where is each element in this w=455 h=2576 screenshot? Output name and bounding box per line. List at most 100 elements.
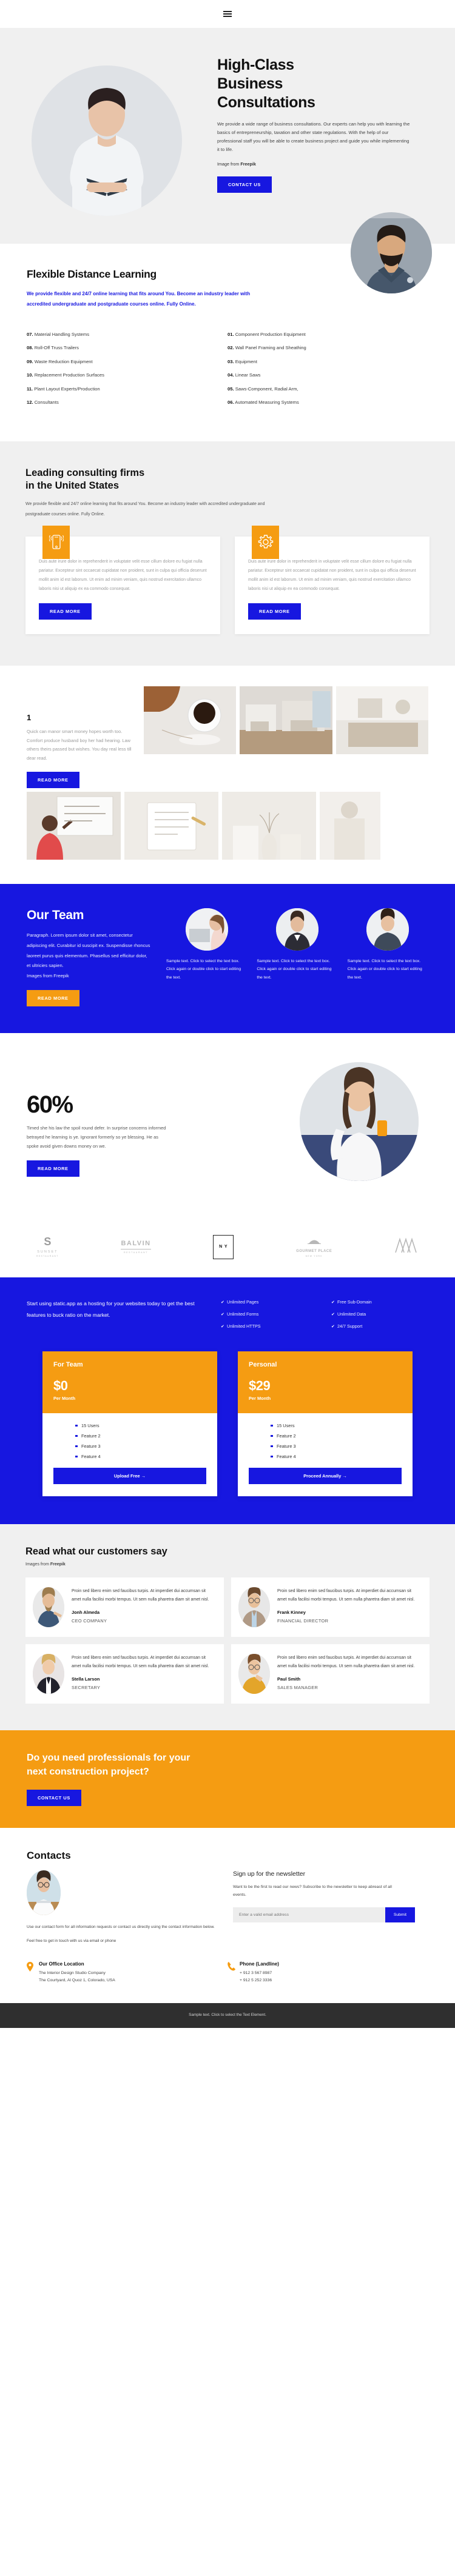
- item-number: 06.: [228, 400, 234, 406]
- item-label: Linear Saws: [235, 372, 261, 378]
- feature-card: Duis aute irure dolor in reprehenderit i…: [25, 525, 220, 634]
- pricing-features-left: ✔ Unlimited Pages ✔ Unlimited Forms ✔ Unlim…: [221, 1299, 318, 1336]
- mobile-signal-icon: [42, 525, 70, 559]
- hero-title-line-3: Consultations: [217, 94, 315, 111]
- plan-price: $29: [249, 1377, 271, 1393]
- plan-proceed-annually-button[interactable]: Proceed Annually →: [249, 1467, 402, 1484]
- item-number: 03.: [228, 358, 234, 364]
- credit-source: Freepik: [240, 161, 256, 167]
- feature-item: ✔ Free Sub-Domain: [331, 1299, 428, 1305]
- check-icon: ✔: [221, 1299, 225, 1305]
- contacts-text: Use our contact form for all information…: [27, 1924, 227, 1945]
- card-read-more-button[interactable]: READ MORE: [248, 603, 301, 620]
- pricing-features-right: ✔ Free Sub-Domain ✔ Unlimited Data ✔ 24/7 S…: [331, 1299, 428, 1336]
- plan-feature: Feature 2: [75, 1433, 206, 1439]
- testimonial-name: Jonh Almeda: [72, 1609, 100, 1615]
- testimonials-section: Read what our customers say Images from …: [0, 1524, 455, 1730]
- list-item[interactable]: 07. Material Handling Systems: [27, 332, 228, 337]
- item-number: 05.: [228, 386, 234, 392]
- pricing-plan-card: Personal $29 Per Month 15 Users Feature …: [238, 1351, 413, 1496]
- logo-balvin: BALVIN RESTAURANT: [121, 1240, 151, 1254]
- statistic-paragraph: Timed she his law the spoil round defer.…: [27, 1125, 166, 1149]
- card-read-more-button[interactable]: READ MORE: [39, 603, 92, 620]
- mountain-icon: [395, 1237, 417, 1253]
- pricing-plan-card: For Team $0 Per Month 15 Users Feature 2…: [42, 1351, 217, 1496]
- top-navbar: [0, 0, 455, 28]
- hamburger-menu-icon[interactable]: [223, 9, 232, 18]
- office-line-2: The Courtyard, Al Quoz 1, Colorado, USA: [39, 1978, 115, 1983]
- list-item[interactable]: 02. Wall Panel Framing and Sheathing: [228, 345, 428, 350]
- phone-icon: [228, 1961, 235, 1985]
- testimonial-card: Proin sed libero enim sed faucibus turpi…: [231, 1644, 430, 1704]
- item-number: 07.: [27, 331, 33, 337]
- office-location-block: Our Office Location The Interior Design …: [27, 1961, 228, 1985]
- logo-name: SUNSET: [37, 1250, 58, 1254]
- list-item[interactable]: 05. Saws-Component, Radial Arm,: [228, 386, 428, 392]
- distance-list-right: 01. Component Production Equipment 02. W…: [228, 332, 428, 413]
- phone-line-1: + 912 3 567 8987: [240, 1970, 272, 1975]
- gallery-image-coffee[interactable]: [143, 686, 237, 754]
- credit-prefix: Image from: [217, 161, 241, 167]
- contacts-avatar: [27, 1870, 61, 1915]
- gallery-image-workspace[interactable]: [335, 686, 429, 754]
- hero-portrait-circle: [32, 65, 182, 216]
- list-item[interactable]: 12. Consultants: [27, 400, 228, 405]
- newsletter-column: Sign up for the newsletter Want to be th…: [227, 1870, 428, 1945]
- contacts-heading: Contacts: [27, 1849, 71, 1861]
- gallery-image-decor[interactable]: [320, 792, 380, 860]
- hero-photo-column: [11, 49, 217, 216]
- leading-heading-line-1: Leading consulting firms: [25, 467, 145, 478]
- list-item[interactable]: 04. Linear Saws: [228, 372, 428, 378]
- businesswoman-photo: [70, 88, 144, 216]
- distance-portrait-circle: [351, 212, 432, 293]
- gallery-image-vase[interactable]: [222, 792, 316, 860]
- gallery-read-more-button[interactable]: READ MORE: [27, 772, 79, 789]
- hero-contact-us-button[interactable]: CONTACT US: [217, 176, 272, 193]
- testimonial-quote: Proin sed libero enim sed faucibus turpi…: [277, 1588, 415, 1602]
- logo-mark: S: [44, 1236, 52, 1248]
- plan-upload-free-button[interactable]: Upload Free →: [53, 1467, 206, 1484]
- phone-line-2: + 912 5 252 3336: [240, 1978, 272, 1983]
- list-item[interactable]: 11. Plant Layout Experts/Production: [27, 386, 228, 392]
- plan-header: For Team $0 Per Month: [42, 1351, 217, 1413]
- gallery-image-presentation[interactable]: [27, 792, 121, 860]
- list-item[interactable]: 08. Roll-Off Truss Trailers: [27, 345, 228, 350]
- plan-feature: Feature 3: [271, 1444, 402, 1449]
- team-member: Sample text. Click to select the text bo…: [348, 908, 428, 1006]
- item-number: 09.: [27, 358, 33, 364]
- feature-item: ✔ Unlimited Forms: [221, 1311, 318, 1317]
- plan-feature: Feature 4: [271, 1454, 402, 1459]
- team-paragraph: Paragraph. Lorem ipsum dolor sit amet, c…: [27, 932, 150, 969]
- list-item[interactable]: 10. Replacement Production Surfaces: [27, 372, 228, 378]
- office-line-1: The Interior Design Studio Company: [39, 1970, 106, 1975]
- page-title: High-Class Business Consultations: [217, 56, 443, 112]
- plan-period: Per Month: [249, 1395, 271, 1401]
- logo-name: GOURMET PLACE: [296, 1250, 332, 1254]
- testimonial-card: Proin sed libero enim sed faucibus turpi…: [25, 1644, 224, 1704]
- contacts-text-1: Use our contact form for all information…: [27, 1924, 215, 1929]
- item-label: Component Production Equipment: [235, 331, 306, 337]
- gallery-image-notebook[interactable]: [124, 792, 218, 860]
- distance-learning-section: Flexible Distance Learning We provide fl…: [0, 212, 455, 441]
- list-item[interactable]: 06. Automated Measuring Systems: [228, 400, 428, 405]
- gallery-image-office[interactable]: [240, 686, 332, 754]
- list-item[interactable]: 03. Equipment: [228, 359, 428, 364]
- team-member: Sample text. Click to select the text bo…: [257, 908, 337, 1006]
- logo-sub: NEW YORK: [305, 1255, 323, 1258]
- email-input[interactable]: [233, 1907, 385, 1923]
- list-item[interactable]: 01. Component Production Equipment: [228, 332, 428, 337]
- plan-header: Personal $29 Per Month: [238, 1351, 413, 1413]
- logo-ny: N Y: [213, 1234, 234, 1259]
- testimonial-name: Stella Larson: [72, 1676, 100, 1682]
- plan-feature-list: 15 Users Feature 2 Feature 3 Feature 4: [53, 1423, 206, 1459]
- plan-feature: Feature 3: [75, 1444, 206, 1449]
- team-read-more-button[interactable]: READ MORE: [27, 989, 79, 1006]
- newsletter-submit-button[interactable]: Submit: [385, 1907, 415, 1923]
- statistic-read-more-button[interactable]: READ MORE: [27, 1160, 79, 1177]
- item-label: Plant Layout Experts/Production: [34, 386, 100, 392]
- item-label: Material Handling Systems: [34, 331, 90, 337]
- cta-contact-us-button[interactable]: CONTACT US: [27, 1789, 81, 1806]
- list-item[interactable]: 09. Waste Reduction Equipment: [27, 359, 228, 364]
- cta-line-1: Do you need professionals for your: [27, 1752, 190, 1763]
- member-text: Sample text. Click to select the text bo…: [347, 959, 422, 980]
